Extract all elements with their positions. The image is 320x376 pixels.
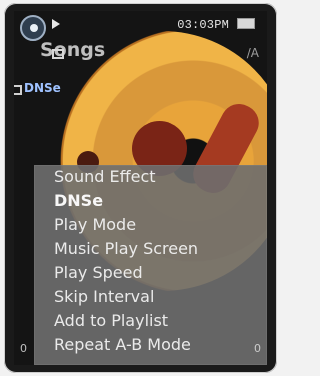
player-screen: 03:03PM Songs /A DNSe Sound Effect DNSe … bbox=[14, 11, 267, 365]
menu-item-play-speed[interactable]: Play Speed bbox=[34, 261, 267, 285]
menu-item-repeat-ab-mode[interactable]: Repeat A-B Mode bbox=[34, 333, 267, 357]
menu-item-add-to-playlist[interactable]: Add to Playlist bbox=[34, 309, 267, 333]
context-menu[interactable]: Sound Effect DNSe Play Mode Music Play S… bbox=[34, 165, 267, 365]
songs-icon bbox=[52, 49, 64, 59]
player-device: 03:03PM Songs /A DNSe Sound Effect DNSe … bbox=[4, 3, 277, 373]
page-title: Songs bbox=[40, 39, 106, 61]
player-logo-icon bbox=[20, 15, 46, 41]
status-time: 03:03PM bbox=[177, 18, 229, 32]
menu-item-sound-effect[interactable]: Sound Effect bbox=[34, 165, 267, 189]
battery-icon bbox=[237, 18, 255, 29]
footer-right: 0 bbox=[254, 342, 261, 355]
folder-icon bbox=[14, 85, 22, 95]
header-subtitle: DNSe bbox=[24, 81, 61, 95]
header-right-indicator: /A bbox=[246, 46, 259, 60]
menu-item-play-mode[interactable]: Play Mode bbox=[34, 213, 267, 237]
menu-item-skip-interval[interactable]: Skip Interval bbox=[34, 285, 267, 309]
status-bar: 03:03PM bbox=[14, 11, 267, 41]
play-icon bbox=[52, 19, 60, 29]
footer-left: 0 bbox=[20, 342, 27, 355]
menu-item-music-play-screen[interactable]: Music Play Screen bbox=[34, 237, 267, 261]
menu-item-dnse[interactable]: DNSe bbox=[34, 189, 267, 213]
